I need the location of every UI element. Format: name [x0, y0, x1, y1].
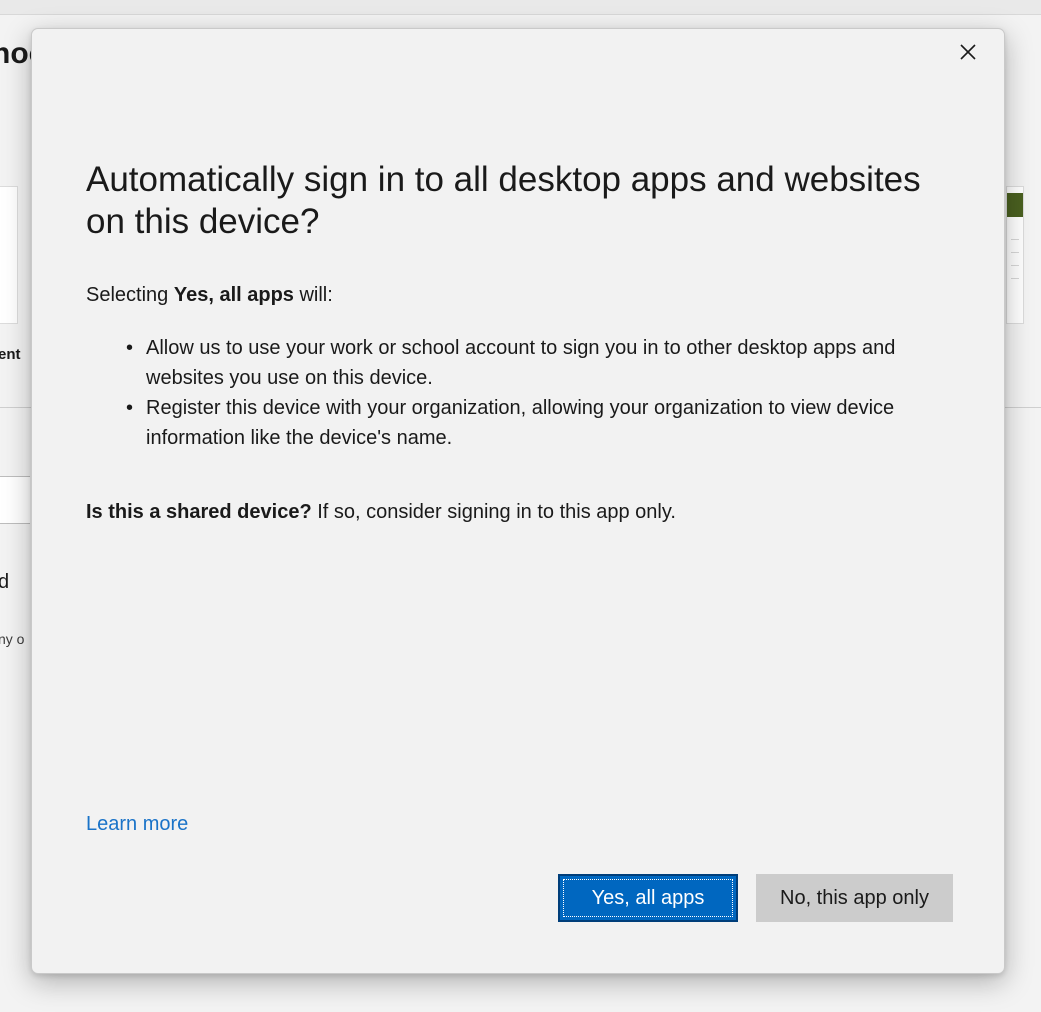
yes-all-apps-label: Yes, all apps: [563, 879, 733, 917]
close-button[interactable]: [952, 38, 984, 66]
background-card-label: ent: [0, 346, 21, 363]
sign-in-dialog: Automatically sign in to all desktop app…: [31, 28, 1005, 974]
background-card-left: [0, 186, 18, 324]
background-thumbnail-lines: [1011, 227, 1019, 287]
shared-device-text: Is this a shared device? If so, consider…: [86, 499, 676, 525]
consequences-list: • Allow us to use your work or school ac…: [122, 333, 952, 453]
intro-text: Selecting Yes, all apps will:: [86, 282, 333, 308]
background-card-right: [1006, 186, 1024, 324]
list-item: • Register this device with your organiz…: [122, 393, 952, 453]
dialog-heading: Automatically sign in to all desktop app…: [86, 160, 921, 241]
learn-more-link[interactable]: Learn more: [86, 811, 188, 837]
list-item-text: Allow us to use your work or school acco…: [146, 337, 896, 389]
background-input: [0, 476, 30, 524]
background-thumbnail: [1007, 193, 1023, 217]
intro-prefix: Selecting: [86, 284, 174, 306]
background-subtext: ny o: [0, 631, 25, 647]
no-this-app-only-button[interactable]: No, this app only: [756, 874, 953, 922]
list-item: • Allow us to use your work or school ac…: [122, 333, 952, 393]
bullet-marker: •: [126, 337, 134, 359]
intro-suffix: will:: [293, 284, 333, 306]
background-text: d: [0, 571, 10, 593]
list-item-text: Register this device with your organizat…: [146, 397, 895, 449]
intro-bold: Yes, all apps: [173, 284, 294, 306]
bullet-marker: •: [126, 397, 134, 419]
close-icon: [960, 44, 976, 60]
shared-device-question: Is this a shared device?: [86, 501, 312, 523]
shared-device-hint: If so, consider signing in to this app o…: [311, 501, 676, 523]
yes-all-apps-button[interactable]: Yes, all apps: [558, 874, 738, 922]
